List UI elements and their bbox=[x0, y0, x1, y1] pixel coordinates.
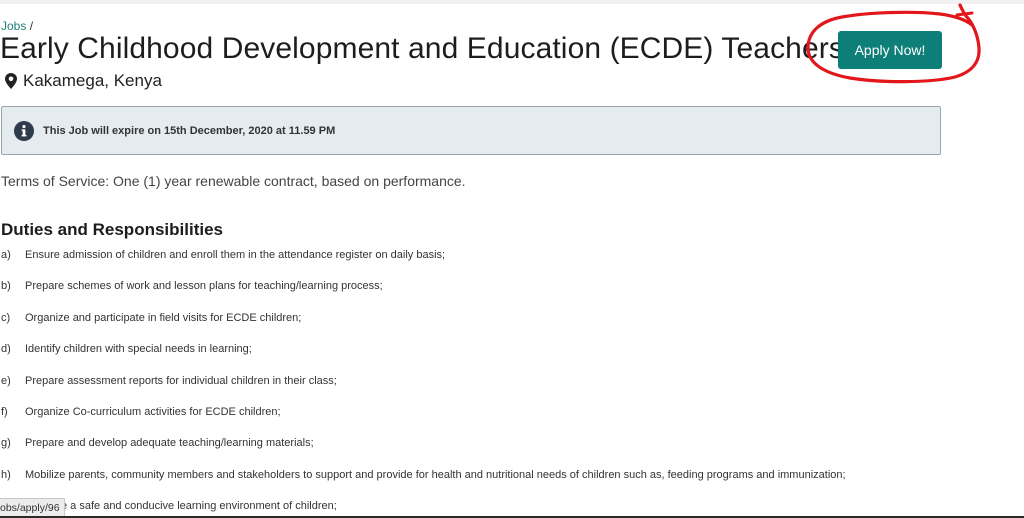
breadcrumb-jobs-link[interactable]: Jobs bbox=[1, 19, 26, 33]
list-marker: b) bbox=[1, 280, 11, 293]
list-item-text: e a safe and conducive learning environm… bbox=[61, 500, 337, 513]
list-item-text: Ensure admission of children and enroll … bbox=[25, 249, 446, 261]
terms-of-service: Terms of Service: One (1) year renewable… bbox=[1, 173, 466, 189]
list-item: b) Prepare schemes of work and lesson pla… bbox=[0, 280, 846, 311]
list-item-text: Prepare assessment reports for individua… bbox=[25, 374, 337, 387]
list-item: g) Prepare and develop adequate teaching/… bbox=[0, 437, 846, 468]
list-item: f) Organize Co-curriculum activities for … bbox=[0, 406, 846, 437]
status-bar-url: obs/apply/96 bbox=[0, 498, 65, 518]
list-item: a) Ensure admission of children and enrol… bbox=[0, 249, 846, 280]
list-item-text: Organize Co-curriculum activities for EC… bbox=[25, 405, 281, 418]
breadcrumb: Jobs / bbox=[1, 19, 33, 33]
duties-heading: Duties and Responsibilities bbox=[1, 220, 223, 239]
list-item: e) Prepare assessment reports for individ… bbox=[0, 375, 846, 406]
job-title: Early Childhood Development and Educatio… bbox=[0, 32, 844, 65]
list-marker: f) bbox=[1, 405, 8, 418]
list-marker: c) bbox=[1, 311, 11, 324]
list-item: d) Identify children with special needs i… bbox=[0, 343, 846, 374]
list-item-text: Mobilize parents, community members and … bbox=[25, 468, 846, 481]
list-item-text: Prepare and develop adequate teaching/le… bbox=[25, 437, 314, 450]
list-marker: d) bbox=[1, 343, 11, 356]
apply-now-button[interactable]: Apply Now! bbox=[838, 31, 942, 69]
list-item: h) Mobilize parents, community members an… bbox=[0, 469, 846, 500]
map-marker-icon bbox=[5, 73, 17, 89]
top-strip bbox=[0, 0, 1024, 4]
list-item: c) Organize and participate in field visi… bbox=[0, 312, 846, 343]
duties-list: a) Ensure admission of children and enrol… bbox=[0, 249, 846, 518]
list-item-text: Prepare schemes of work and lesson plans… bbox=[25, 280, 383, 293]
alert-text: This Job will expire on 15th December, 2… bbox=[43, 124, 336, 137]
location-text: Kakamega, Kenya bbox=[23, 71, 162, 90]
expiry-alert: This Job will expire on 15th December, 2… bbox=[1, 106, 941, 155]
list-marker: h) bbox=[1, 468, 11, 481]
page: Jobs / Early Childhood Development and E… bbox=[0, 0, 1024, 518]
list-marker: g) bbox=[1, 437, 11, 450]
list-item-text: Organize and participate in field visits… bbox=[25, 311, 302, 324]
list-item-text: Identify children with special needs in … bbox=[25, 343, 252, 356]
list-marker: e) bbox=[1, 374, 11, 387]
job-location: Kakamega, Kenya bbox=[5, 71, 162, 91]
info-icon bbox=[14, 120, 34, 141]
list-marker: a) bbox=[1, 249, 11, 261]
breadcrumb-separator: / bbox=[29, 19, 34, 33]
